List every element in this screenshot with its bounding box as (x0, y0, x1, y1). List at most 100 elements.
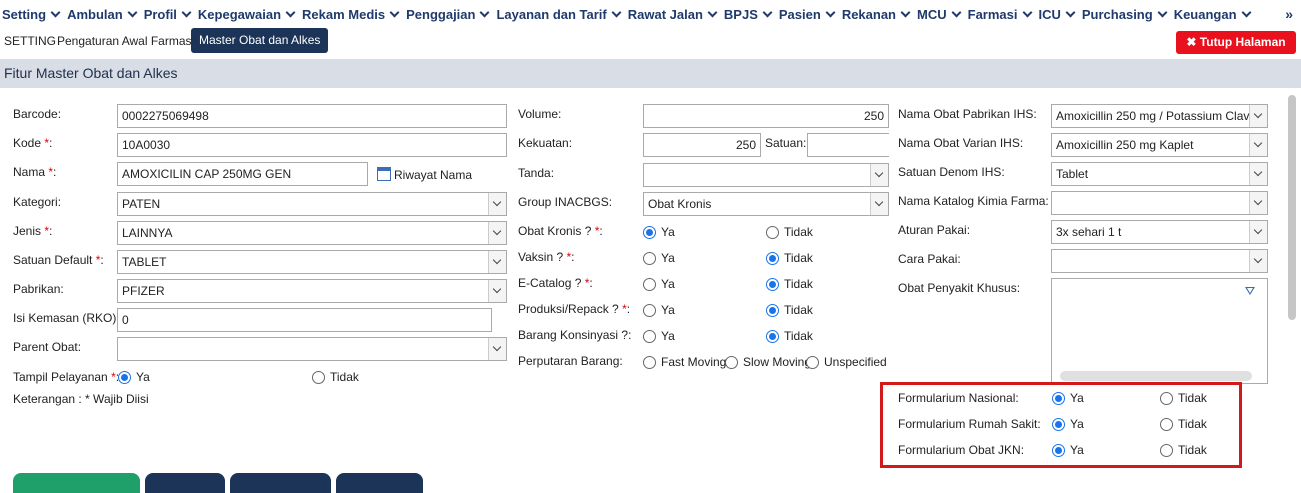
jenis-select[interactable]: LAINNYA (117, 221, 507, 245)
menu-purchasing[interactable]: Purchasing (1082, 7, 1168, 22)
pabrikan-label: Pabrikan: (13, 282, 64, 296)
perputaran-label: Perputaran Barang: (518, 354, 623, 368)
radio-checked-icon (766, 303, 779, 317)
tampil-pelayanan-label: Tampil Pelayanan *: (13, 370, 119, 384)
menu-bpjs[interactable]: BPJS (724, 7, 773, 22)
konsinyasi-tidak-radio[interactable]: Tidak (766, 329, 813, 343)
penyakit-khusus-multiselect[interactable] (1051, 278, 1268, 384)
satuan-input[interactable] (807, 133, 889, 157)
dropdown-triangle-icon[interactable] (1245, 287, 1255, 295)
vaksin-ya-radio[interactable]: Ya (643, 251, 675, 265)
cara-pakai-select[interactable] (1051, 249, 1268, 273)
barcode-input[interactable]: 0002275069498 (117, 104, 507, 128)
ecatalog-ya-radio[interactable]: Ya (643, 277, 675, 291)
obat-kronis-label: Obat Kronis ? *: (518, 224, 603, 238)
vaksin-tidak-radio[interactable]: Tidak (766, 251, 813, 265)
breadcrumb-setting[interactable]: SETTING (4, 34, 56, 48)
nama-input[interactable]: AMOXICILIN CAP 250MG GEN (117, 162, 368, 186)
calendar-icon[interactable] (377, 167, 391, 181)
aturan-pakai-select[interactable]: 3x sehari 1 t (1051, 220, 1268, 244)
menu-icu[interactable]: ICU (1039, 7, 1076, 22)
kategori-select[interactable]: PATEN (117, 192, 507, 216)
bottom-action-button-3[interactable] (230, 473, 331, 493)
denom-ihs-label: Satuan Denom IHS: (898, 165, 1005, 179)
menu-more-button[interactable]: » (1285, 6, 1293, 22)
konsinyasi-ya-radio[interactable]: Ya (643, 329, 675, 343)
inacbgs-label: Group INACBGS: (518, 195, 613, 209)
pabrikan-ihs-select[interactable]: Amoxicillin 250 mg / Potassium Clavulana… (1051, 104, 1268, 128)
radio-checked-icon (118, 370, 131, 384)
slow-moving-radio[interactable]: Slow Moving (725, 355, 811, 369)
varian-ihs-select[interactable]: Amoxicillin 250 mg Kaplet (1051, 133, 1268, 157)
menu-mcu[interactable]: MCU (917, 7, 962, 22)
menu-ambulan[interactable]: Ambulan (67, 7, 138, 22)
chevron-down-icon (951, 7, 962, 17)
inacbgs-select[interactable]: Obat Kronis (643, 192, 889, 216)
pabrikan-select[interactable]: PFIZER (117, 279, 507, 303)
produksi-label: Produksi/Repack ? *: (518, 302, 631, 316)
chevron-down-icon (181, 7, 192, 17)
bottom-action-button-4[interactable] (336, 473, 423, 493)
menu-farmasi[interactable]: Farmasi (968, 7, 1032, 22)
top-menu: Setting Ambulan Profil Kepegawaian Rekam… (0, 0, 1301, 28)
tanda-select[interactable] (643, 163, 889, 187)
volume-input[interactable]: 250 (643, 104, 889, 128)
tampil-ya-radio[interactable]: Ya (118, 370, 150, 384)
kronis-ya-radio[interactable]: Ya (643, 225, 675, 239)
horizontal-scrollbar[interactable] (1060, 371, 1252, 381)
menu-keuangan[interactable]: Keuangan (1174, 7, 1251, 22)
radio-checked-icon (766, 251, 779, 265)
volume-label: Volume: (518, 107, 562, 121)
chevron-down-icon (285, 7, 296, 17)
bottom-action-button-1[interactable] (13, 473, 140, 493)
chevron-down-icon (488, 251, 506, 273)
breadcrumb-master-obat[interactable]: Master Obat dan Alkes (191, 28, 329, 53)
kekuatan-input[interactable]: 250 (643, 133, 761, 157)
radio-unchecked-icon (643, 303, 656, 317)
parent-obat-select[interactable] (117, 337, 507, 361)
kronis-tidak-radio[interactable]: Tidak (766, 225, 813, 239)
katalog-label: Nama Katalog Kimia Farma: (898, 194, 1049, 208)
chevron-down-icon (488, 222, 506, 244)
riwayat-nama-link[interactable]: Riwayat Nama (394, 168, 472, 182)
chevron-down-icon (1249, 134, 1267, 156)
chevron-down-icon (389, 7, 400, 17)
menu-kepegawaian[interactable]: Kepegawaian (198, 7, 296, 22)
menu-setting[interactable]: Setting (2, 7, 61, 22)
menu-rekam-medis[interactable]: Rekam Medis (302, 7, 400, 22)
menu-rawat-jalan[interactable]: Rawat Jalan (628, 7, 718, 22)
chevron-down-icon (1249, 192, 1267, 214)
satuan-default-label: Satuan Default *: (13, 253, 104, 267)
menu-rekanan[interactable]: Rekanan (842, 7, 911, 22)
katalog-select[interactable] (1051, 191, 1268, 215)
menu-layanan-tarif[interactable]: Layanan dan Tarif (496, 7, 622, 22)
cara-pakai-label: Cara Pakai: (898, 252, 961, 266)
radio-unchecked-icon (643, 251, 656, 265)
varian-ihs-label: Nama Obat Varian IHS: (898, 136, 1024, 150)
menu-pasien[interactable]: Pasien (779, 7, 836, 22)
fast-moving-radio[interactable]: Fast Moving (643, 355, 726, 369)
close-page-button[interactable]: ✖ Tutup Halaman (1176, 31, 1296, 54)
isi-kemasan-input[interactable]: 0 (117, 308, 492, 332)
radio-unchecked-icon (725, 355, 738, 369)
menu-penggajian[interactable]: Penggajian (406, 7, 490, 22)
ecatalog-tidak-radio[interactable]: Tidak (766, 277, 813, 291)
tampil-tidak-radio[interactable]: Tidak (312, 370, 359, 384)
produksi-ya-radio[interactable]: Ya (643, 303, 675, 317)
denom-ihs-select[interactable]: Tablet (1051, 162, 1268, 186)
bottom-action-button-2[interactable] (145, 473, 225, 493)
radio-unchecked-icon (312, 370, 325, 384)
ecatalog-label: E-Catalog ? *: (518, 276, 593, 290)
satuan-default-select[interactable]: TABLET (117, 250, 507, 274)
chevron-down-icon (707, 7, 718, 17)
chevron-down-icon (1022, 7, 1032, 17)
isi-kemasan-label: Isi Kemasan (RKO): (13, 311, 120, 325)
breadcrumb-pengaturan-farmasi[interactable]: Pengaturan Awal Farmasi (57, 34, 194, 48)
menu-profil[interactable]: Profil (144, 7, 192, 22)
kode-input[interactable]: 10A0030 (117, 133, 507, 157)
chevron-down-icon (488, 338, 506, 360)
vertical-scrollbar[interactable] (1288, 95, 1296, 320)
produksi-tidak-radio[interactable]: Tidak (766, 303, 813, 317)
unspecified-radio[interactable]: Unspecified (806, 355, 887, 369)
radio-checked-icon (766, 329, 779, 343)
